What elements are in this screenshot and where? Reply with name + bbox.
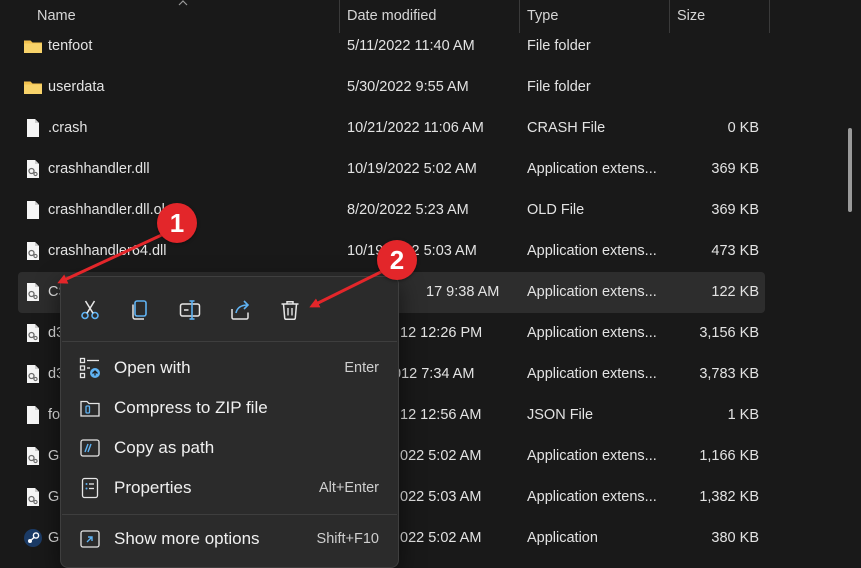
file-date: 10/19/2022 5:02 AM bbox=[347, 161, 477, 177]
file-size: 369 KB bbox=[711, 202, 759, 218]
table-row[interactable]: .crash 10/21/2022 11:06 AM CRASH File 0 … bbox=[18, 108, 765, 149]
file-date: 022 5:02 AM bbox=[400, 530, 482, 546]
file-type: Application extens... bbox=[527, 161, 657, 177]
steam-icon bbox=[24, 529, 42, 547]
file-name: fo bbox=[48, 407, 61, 423]
table-row[interactable]: userdata 5/30/2022 9:55 AM File folder bbox=[18, 67, 765, 108]
annotation-badge-2: 2 bbox=[377, 240, 417, 280]
file-type: Application bbox=[527, 530, 598, 546]
folder-icon bbox=[24, 40, 42, 53]
copy-icon[interactable] bbox=[128, 298, 152, 322]
file-size: 1 KB bbox=[727, 407, 759, 423]
menu-item-open-with[interactable]: Open with Enter bbox=[61, 348, 398, 388]
file-type: Application extens... bbox=[527, 243, 657, 259]
file-name: crashhandler.dll.ol bbox=[48, 202, 165, 218]
dll-icon bbox=[27, 365, 39, 383]
dll-icon bbox=[27, 283, 39, 301]
zip-icon bbox=[80, 400, 100, 417]
copy-path-icon bbox=[80, 439, 100, 457]
file-type: Application extens... bbox=[527, 325, 657, 341]
file-name: crashhandler64.dll bbox=[48, 243, 167, 259]
file-name: crashhandler.dll bbox=[48, 161, 150, 177]
file-type: CRASH File bbox=[527, 120, 606, 136]
quick-actions-bar bbox=[61, 277, 398, 341]
file-icon bbox=[27, 201, 39, 219]
table-row[interactable]: tenfoot 5/11/2022 11:40 AM File folder bbox=[18, 26, 765, 67]
file-type: Application extens... bbox=[527, 284, 657, 300]
sort-chevron-icon bbox=[178, 0, 188, 6]
menu-divider bbox=[62, 341, 397, 342]
file-type: Application extens... bbox=[527, 366, 657, 382]
menu-item-copy-as-path[interactable]: Copy as path bbox=[61, 428, 398, 468]
file-icon bbox=[27, 406, 39, 424]
file-size: 3,156 KB bbox=[699, 325, 759, 341]
scrollbar-thumb[interactable] bbox=[848, 128, 852, 212]
show-more-icon bbox=[80, 530, 100, 548]
delete-icon[interactable] bbox=[278, 298, 302, 322]
file-date: 12 12:56 AM bbox=[400, 407, 482, 423]
file-type: Application extens... bbox=[527, 489, 657, 505]
file-size: 1,166 KB bbox=[699, 448, 759, 464]
file-size: 369 KB bbox=[711, 161, 759, 177]
file-date: 12 12:26 PM bbox=[400, 325, 483, 341]
properties-shortcut: Alt+Enter bbox=[318, 480, 379, 496]
dll-icon bbox=[27, 447, 39, 465]
table-row[interactable]: crashhandler.dll.ol 8/20/2022 5:23 AM OL… bbox=[18, 190, 765, 231]
menu-item-compress-zip[interactable]: Compress to ZIP file bbox=[61, 388, 398, 428]
file-date: 012 7:34 AM bbox=[393, 366, 475, 382]
file-size: 3,783 KB bbox=[699, 366, 759, 382]
file-size: 0 KB bbox=[727, 120, 759, 136]
file-date: 022 5:02 AM bbox=[400, 448, 482, 464]
file-date: 5/11/2022 11:40 AM bbox=[347, 38, 475, 54]
file-type: Application extens... bbox=[527, 448, 657, 464]
menu-item-show-more-options[interactable]: Show more options Shift+F10 bbox=[61, 519, 398, 559]
properties-icon bbox=[81, 477, 99, 499]
file-size: 1,382 KB bbox=[699, 489, 759, 505]
annotation-badge-1: 1 bbox=[157, 203, 197, 243]
file-type: JSON File bbox=[527, 407, 594, 423]
copy-as-path-label: Copy as path bbox=[114, 438, 215, 457]
open-with-shortcut: Enter bbox=[344, 360, 379, 376]
table-row[interactable]: crashhandler.dll 10/19/2022 5:02 AM Appl… bbox=[18, 149, 765, 190]
open-with-icon bbox=[79, 357, 100, 379]
file-size: 122 KB bbox=[711, 284, 759, 300]
compress-zip-label: Compress to ZIP file bbox=[114, 398, 268, 417]
column-separator[interactable] bbox=[769, 0, 770, 33]
dll-icon bbox=[27, 488, 39, 506]
file-date: 8/20/2022 5:23 AM bbox=[347, 202, 469, 218]
file-name: userdata bbox=[48, 79, 105, 95]
show-more-options-label: Show more options bbox=[114, 529, 260, 548]
dll-icon bbox=[27, 160, 39, 178]
file-size: 473 KB bbox=[711, 243, 759, 259]
dll-icon bbox=[27, 324, 39, 342]
context-menu: Open with Enter Compress to ZIP file Cop… bbox=[60, 276, 399, 568]
menu-item-properties[interactable]: Properties Alt+Enter bbox=[61, 468, 398, 508]
file-date: 10/21/2022 11:06 AM bbox=[347, 120, 484, 136]
file-icon bbox=[27, 119, 39, 137]
file-type: OLD File bbox=[527, 202, 585, 218]
file-size: 380 KB bbox=[711, 530, 759, 546]
file-date: 17 9:38 AM bbox=[426, 284, 500, 300]
cut-icon[interactable] bbox=[78, 298, 102, 322]
file-date: 022 5:03 AM bbox=[400, 489, 482, 505]
file-name: tenfoot bbox=[48, 38, 93, 54]
menu-divider bbox=[62, 514, 397, 515]
file-type: File folder bbox=[527, 38, 591, 54]
show-more-options-shortcut: Shift+F10 bbox=[316, 531, 379, 547]
file-name: .crash bbox=[48, 120, 88, 136]
file-date: 5/30/2022 9:55 AM bbox=[347, 79, 469, 95]
properties-label: Properties bbox=[114, 478, 192, 497]
folder-icon bbox=[24, 81, 42, 94]
open-with-label: Open with bbox=[114, 358, 191, 377]
file-type: File folder bbox=[527, 79, 591, 95]
rename-icon[interactable] bbox=[178, 298, 202, 322]
share-icon[interactable] bbox=[228, 298, 252, 322]
dll-icon bbox=[27, 242, 39, 260]
